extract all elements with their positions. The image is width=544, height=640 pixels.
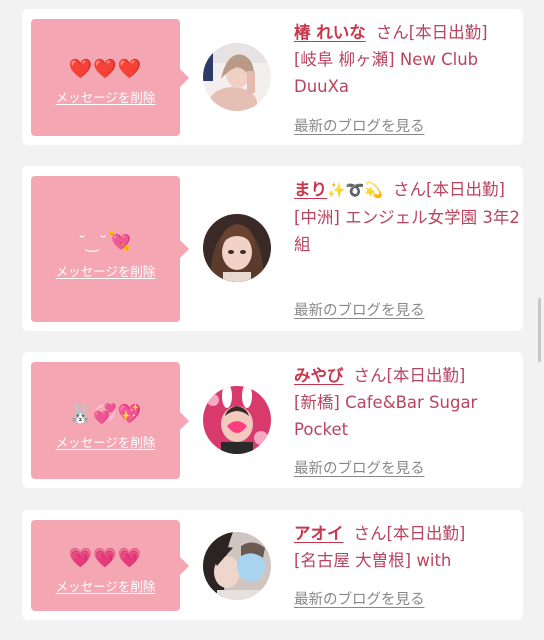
shop-name: [中洲] エンジェル女学園 3年2組 — [294, 208, 520, 254]
avatar[interactable] — [203, 214, 271, 282]
message-bubble: ❤️❤️❤️ メッセージを削除 — [31, 19, 189, 136]
avatar[interactable] — [203, 386, 271, 454]
message-card: ˘ ͜ ˘💘 メッセージを削除 まり✨➰💫 さん[本日出勤] [中洲] エンジェル… — [22, 166, 523, 331]
status-text: さん[本日出勤] — [353, 524, 466, 543]
girl-name-link[interactable]: 椿 れいな — [294, 23, 366, 42]
card-info: 椿 れいな さん[本日出勤] [岐阜 柳ヶ瀬] New Club DuuXa — [294, 19, 520, 100]
message-emoji: ˘ ͜ ˘💘 — [31, 230, 180, 255]
name-line: まり✨➰💫 さん[本日出勤] — [294, 176, 520, 204]
message-emoji: 💗💗💗 — [68, 547, 143, 569]
message-emoji: ❤️❤️❤️ — [68, 58, 143, 80]
message-bubble: 💗💗💗 メッセージを削除 — [31, 520, 189, 611]
card-info: アオイ さん[本日出勤] [名古屋 大曽根] with — [294, 520, 520, 574]
latest-blog-link[interactable]: 最新のブログを見る — [294, 457, 425, 478]
kaomoji: ˘ ͜ ˘ — [78, 233, 109, 252]
message-card: 🐰💞💖 メッセージを削除 みやび さん[本日出勤] [新橋] Cafe&Bar S… — [22, 352, 523, 488]
status-text: さん[本日出勤] — [375, 23, 488, 42]
scrollbar[interactable] — [538, 298, 541, 362]
delete-message-link[interactable]: メッセージを削除 — [31, 87, 180, 106]
card-info: みやび さん[本日出勤] [新橋] Cafe&Bar Sugar Pocket — [294, 362, 520, 443]
status-text: さん[本日出勤] — [353, 366, 466, 385]
shop-name: [名古屋 大曽根] with — [294, 551, 452, 570]
name-line: アオイ さん[本日出勤] — [294, 520, 520, 547]
heart-emoji: 💞💖 — [93, 403, 143, 425]
latest-blog-link[interactable]: 最新のブログを見る — [294, 588, 425, 609]
girl-name-link[interactable]: みやび — [294, 366, 344, 385]
message-emoji: 🐰💞💖 — [31, 402, 180, 426]
heart-emoji: 💘 — [108, 231, 133, 253]
message-card: 💗💗💗 メッセージを削除 アオイ さん[本日出勤] [名古屋 大曽根] with … — [22, 510, 523, 620]
rabbit-emoji: 🐰 — [68, 403, 94, 425]
shop-name: [新橋] Cafe&Bar Sugar Pocket — [294, 393, 478, 439]
latest-blog-link[interactable]: 最新のブログを見る — [294, 115, 425, 136]
name-line: 椿 れいな さん[本日出勤] — [294, 19, 520, 46]
delete-message-link[interactable]: メッセージを削除 — [31, 432, 180, 451]
avatar[interactable] — [203, 43, 271, 111]
girl-name-link[interactable]: アオイ — [294, 524, 344, 543]
delete-message-link[interactable]: メッセージを削除 — [31, 576, 180, 595]
girl-name-link[interactable]: まり — [294, 180, 327, 199]
name-line: みやび さん[本日出勤] — [294, 362, 520, 389]
message-card: ❤️❤️❤️ メッセージを削除 椿 れいな さん[本日出勤] [岐阜 柳ヶ瀬] N… — [22, 9, 523, 145]
avatar[interactable] — [203, 532, 271, 600]
message-bubble: 🐰💞💖 メッセージを削除 — [31, 362, 189, 479]
card-info: まり✨➰💫 さん[本日出勤] [中洲] エンジェル女学園 3年2組 — [294, 176, 520, 258]
name-decoration-icons: ✨➰💫 — [327, 181, 384, 199]
shop-name: [岐阜 柳ヶ瀬] New Club DuuXa — [294, 50, 479, 96]
delete-message-link[interactable]: メッセージを削除 — [31, 261, 180, 280]
latest-blog-link[interactable]: 最新のブログを見る — [294, 299, 425, 320]
message-bubble: ˘ ͜ ˘💘 メッセージを削除 — [31, 176, 189, 322]
status-text: さん[本日出勤] — [393, 180, 505, 199]
